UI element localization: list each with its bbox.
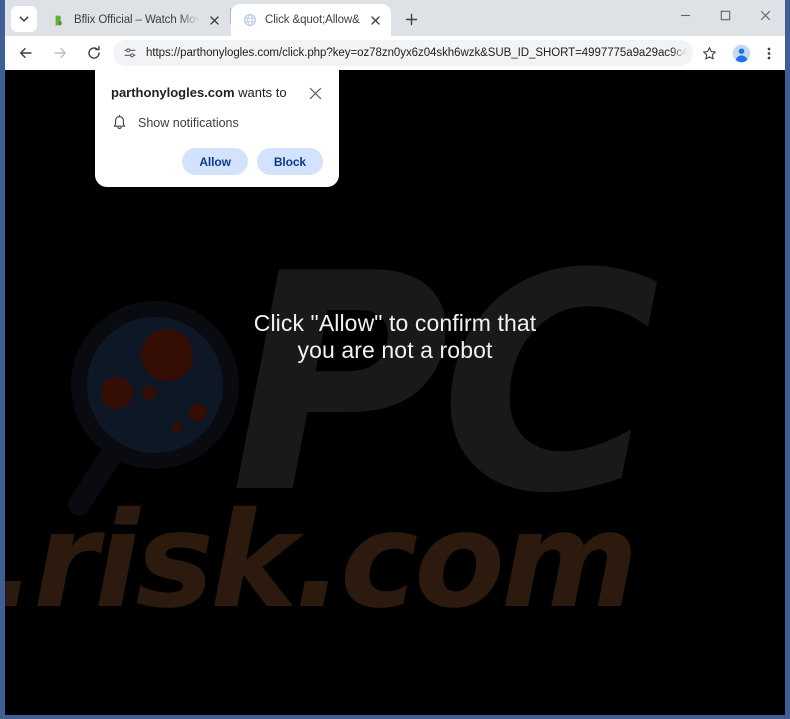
tab-title: Bflix Official – Watch Movies an (74, 14, 199, 26)
maximize-button[interactable] (705, 0, 745, 30)
chevron-down-icon (19, 16, 29, 22)
forward-button[interactable] (46, 39, 74, 67)
close-icon (309, 87, 321, 99)
browser-menu-button[interactable] (757, 39, 781, 67)
watermark-pc-text: PC (230, 210, 660, 559)
permission-title: parthonylogles.com wants to (111, 84, 287, 101)
permission-title-suffix: wants to (234, 85, 287, 100)
maximize-icon (720, 10, 730, 20)
three-dots-icon (767, 47, 771, 59)
globe-icon (242, 12, 258, 28)
tab-close-button[interactable] (367, 12, 383, 28)
close-icon (370, 15, 380, 25)
plus-icon (405, 13, 417, 25)
address-bar[interactable]: https://parthonylogles.com/click.php?key… (113, 40, 693, 66)
minimize-icon (680, 14, 690, 16)
page-headline: Click "Allow" to confirm that you are no… (253, 310, 537, 363)
permission-close-button[interactable] (307, 85, 323, 101)
tab-click-allow[interactable]: Click &quot;Allow&quot; (231, 4, 391, 36)
bookmark-button[interactable] (697, 41, 721, 65)
new-tab-button[interactable] (397, 5, 425, 33)
tab-close-button[interactable] (206, 12, 222, 28)
window-controls (665, 0, 785, 36)
avatar-icon (732, 44, 750, 62)
url-text[interactable]: https://parthonylogles.com/click.php?key… (141, 47, 687, 59)
star-icon (702, 46, 716, 59)
forward-arrow-icon (54, 47, 66, 59)
back-button[interactable] (12, 39, 40, 67)
site-settings-icon[interactable] (119, 42, 141, 64)
tab-bflix[interactable]: Bflix Official – Watch Movies an (40, 4, 230, 36)
permission-origin: parthonylogles.com (111, 85, 235, 100)
block-button[interactable]: Block (256, 148, 323, 176)
minimize-button[interactable] (665, 0, 705, 30)
allow-button[interactable]: Allow (182, 148, 248, 176)
notification-permission-bubble: parthonylogles.com wants to Show notific… (95, 70, 339, 188)
profile-avatar-button[interactable] (727, 39, 755, 67)
permission-request-label: Show notifications (138, 116, 239, 131)
browser-window: Bflix Official – Watch Movies an Click &… (0, 0, 790, 719)
tab-title: Click &quot;Allow&quot; (265, 14, 360, 26)
permission-header: parthonylogles.com wants to (111, 84, 323, 101)
back-arrow-icon (20, 47, 32, 59)
tab-strip: Bflix Official – Watch Movies an Click &… (5, 0, 785, 36)
page-viewport: PC .risk.com Click "Allow" to confirm th… (5, 70, 785, 715)
tab-search-button[interactable] (11, 6, 37, 32)
bflix-green-icon (51, 12, 67, 28)
bell-icon (113, 115, 126, 130)
permission-request-row: Show notifications (111, 115, 323, 131)
reload-icon (88, 45, 100, 59)
tune-icon (124, 48, 136, 58)
reload-button[interactable] (80, 39, 108, 67)
close-window-button[interactable] (745, 0, 785, 30)
close-icon (209, 15, 219, 25)
permission-actions: Allow Block (111, 148, 323, 176)
browser-toolbar: https://parthonylogles.com/click.php?key… (5, 36, 785, 70)
close-icon (760, 10, 770, 20)
